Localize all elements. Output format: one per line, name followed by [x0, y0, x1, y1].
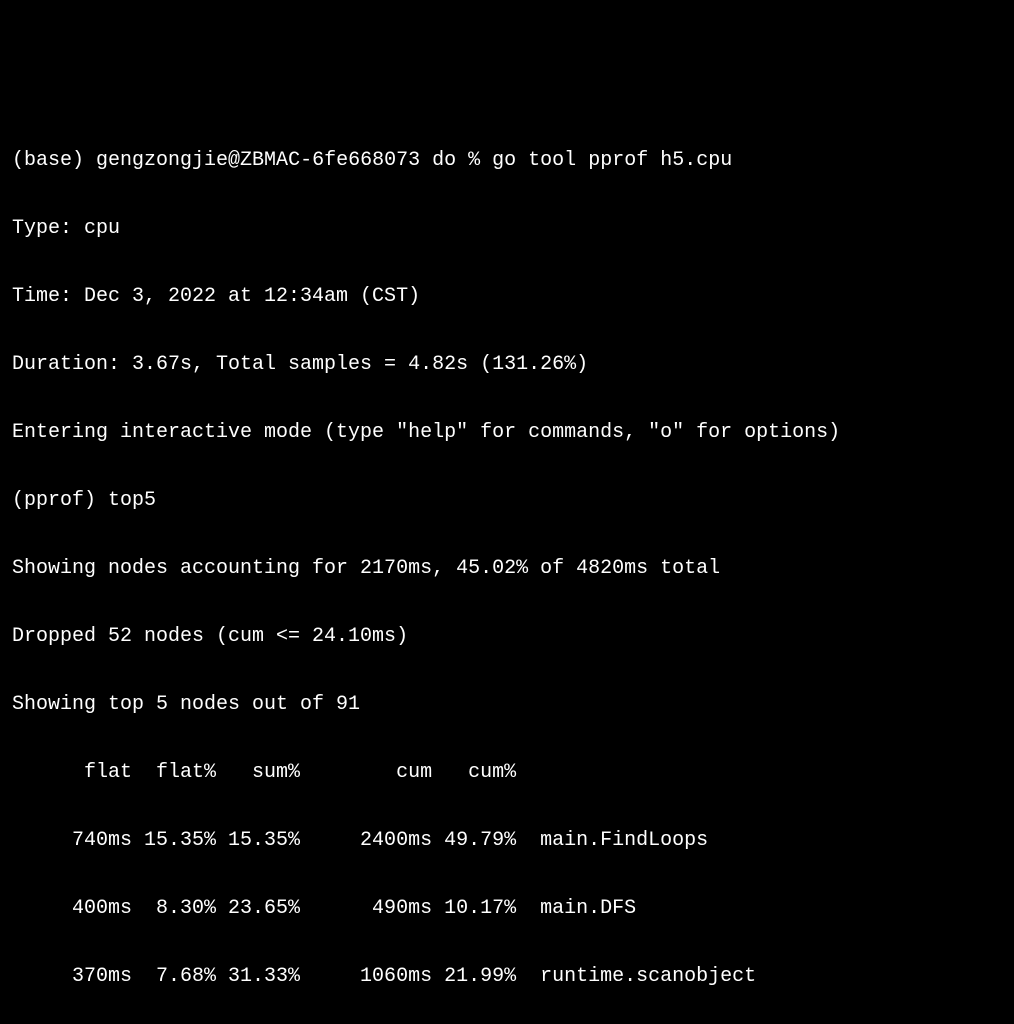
pprof-prompt: (pprof) [12, 489, 96, 512]
table-row: 740ms 15.35% 15.35% 2400ms 49.79% main.F… [12, 824, 1002, 858]
pprof-command[interactable]: top5 [108, 489, 156, 512]
shell-prompt-line: (base) gengzongjie@ZBMAC-6fe668073 do % … [12, 144, 1002, 178]
summary-top: Showing top 5 nodes out of 91 [12, 688, 1002, 722]
duration-line: Duration: 3.67s, Total samples = 4.82s (… [12, 348, 1002, 382]
summary-dropped: Dropped 52 nodes (cum <= 24.10ms) [12, 620, 1002, 654]
time-line: Time: Dec 3, 2022 at 12:34am (CST) [12, 280, 1002, 314]
command-input[interactable]: go tool pprof h5.cpu [492, 149, 732, 172]
cwd: do [432, 149, 456, 172]
summary-showing: Showing nodes accounting for 2170ms, 45.… [12, 552, 1002, 586]
user-host: gengzongjie@ZBMAC-6fe668073 [96, 149, 420, 172]
mode-line: Entering interactive mode (type "help" f… [12, 416, 1002, 450]
table-row: 400ms 8.30% 23.65% 490ms 10.17% main.DFS [12, 892, 1002, 926]
prompt-sep: % [468, 149, 480, 172]
pprof-prompt-line: (pprof) top5 [12, 484, 1002, 518]
table-header: flat flat% sum% cum cum% [12, 756, 1002, 790]
table-row: 370ms 7.68% 31.33% 1060ms 21.99% runtime… [12, 960, 1002, 994]
type-line: Type: cpu [12, 212, 1002, 246]
env-label: (base) [12, 149, 84, 172]
